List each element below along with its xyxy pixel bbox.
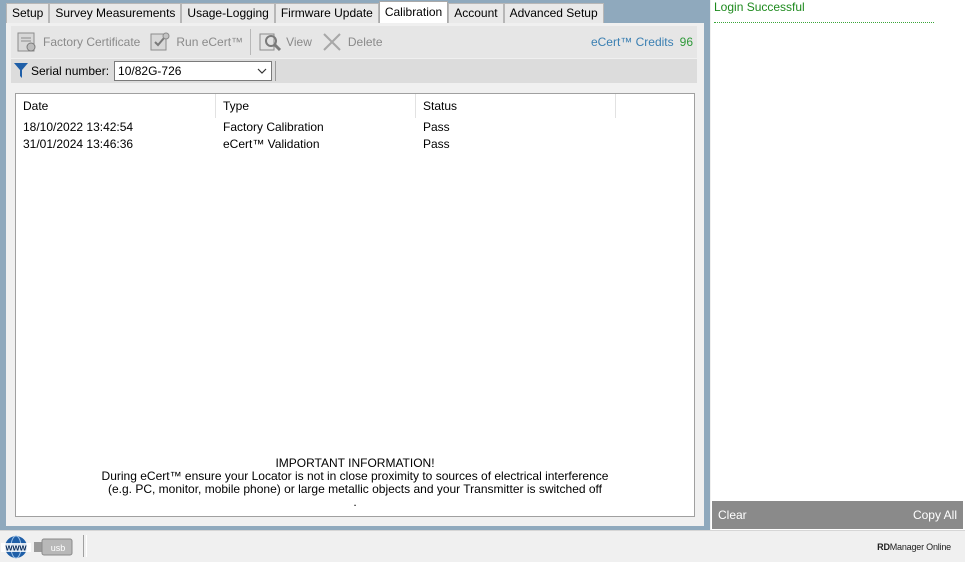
column-header-status[interactable]: Status (416, 94, 616, 118)
run-ecert-icon (150, 32, 170, 51)
status-divider (83, 535, 87, 557)
cell-date: 31/01/2024 13:46:36 (23, 137, 134, 151)
rd-manager-online-logo: RDManager Online (877, 542, 951, 552)
tab-advanced-setup[interactable]: Advanced Setup (503, 3, 604, 23)
cell-status: Pass (423, 120, 450, 134)
tab-account[interactable]: Account (448, 3, 504, 23)
log-footer: Clear Copy All (712, 501, 963, 529)
run-ecert-label: Run eCert™ (176, 35, 244, 49)
table-row[interactable]: 18/10/2022 13:42:54 Factory Calibration … (16, 119, 694, 136)
tab-firmware-update[interactable]: Firmware Update (274, 3, 379, 23)
table-header: Date Type Status (16, 94, 694, 118)
copy-all-button[interactable]: Copy All (907, 508, 963, 522)
log-pane: Login Successful Clear Copy All (711, 0, 965, 530)
ecert-credits-value: 96 (679, 35, 693, 49)
cell-type: Factory Calibration (223, 120, 324, 134)
serial-number-label: Serial number: (31, 64, 110, 78)
clear-button[interactable]: Clear (712, 508, 753, 522)
table-row[interactable]: 31/01/2024 13:46:36 eCert™ Validation Pa… (16, 136, 694, 153)
calibration-table: Date Type Status 18/10/2022 13:42:54 Fac… (15, 93, 695, 517)
tab-survey-measurements[interactable]: Survey Measurements (49, 3, 182, 23)
toolbar-divider (250, 29, 252, 55)
serial-row-divider (275, 61, 277, 81)
status-bar: www usb RDManager Online (0, 530, 965, 562)
serial-number-dropdown[interactable]: 10/82G-726 (114, 61, 273, 81)
ecert-credits: eCert™ Credits 96 (591, 35, 693, 49)
tab-bar: Setup Survey Measurements Usage-Logging … (6, 1, 604, 24)
cell-date: 18/10/2022 13:42:54 (23, 120, 134, 134)
calibration-panel: Factory Certificate Run eCert™ View Dele… (6, 23, 704, 526)
filter-icon (14, 63, 28, 78)
info-line-3: . (353, 495, 357, 509)
delete-button[interactable]: Delete (316, 28, 387, 56)
column-header-type[interactable]: Type (216, 94, 416, 118)
globe-www-icon[interactable]: www (1, 534, 31, 560)
www-label: www (4, 543, 27, 553)
chevron-down-icon[interactable] (253, 62, 271, 80)
column-header-date[interactable]: Date (16, 94, 216, 118)
cell-type: eCert™ Validation (223, 137, 320, 151)
delete-label: Delete (347, 35, 383, 49)
certificate-icon (17, 32, 36, 52)
important-information: IMPORTANT INFORMATION! During eCert™ ens… (16, 457, 694, 509)
ecert-credits-label: eCert™ Credits (590, 35, 674, 49)
view-label: View (286, 35, 312, 49)
tab-setup[interactable]: Setup (6, 3, 50, 23)
main-frame: Setup Survey Measurements Usage-Logging … (0, 0, 710, 530)
factory-certificate-label: Factory Certificate (43, 35, 141, 49)
view-button[interactable]: View (254, 28, 316, 56)
toolbar: Factory Certificate Run eCert™ View Dele… (11, 26, 697, 58)
factory-certificate-button[interactable]: Factory Certificate (11, 28, 144, 56)
cell-status: Pass (423, 137, 450, 151)
serial-number-row: Serial number: 10/82G-726 (11, 59, 697, 83)
usb-icon[interactable]: usb (34, 537, 74, 557)
tab-calibration[interactable]: Calibration (378, 1, 449, 24)
tab-usage-logging[interactable]: Usage-Logging (181, 3, 275, 23)
delete-x-icon (323, 33, 341, 51)
log-message: Login Successful (714, 0, 934, 23)
usb-label: usb (51, 543, 66, 553)
magnifier-icon (259, 33, 282, 52)
serial-number-value: 10/82G-726 (118, 64, 182, 78)
run-ecert-button[interactable]: Run eCert™ (144, 28, 247, 56)
